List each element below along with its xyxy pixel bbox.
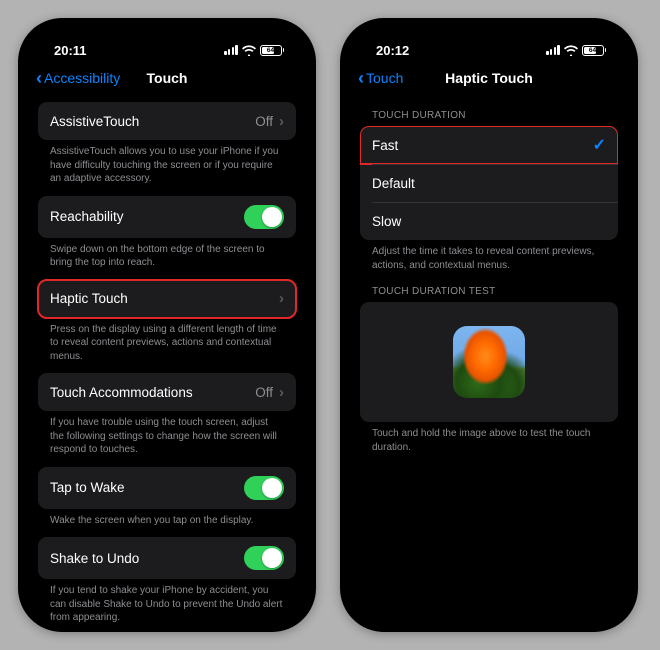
row-value: Off: [255, 114, 273, 129]
settings-list[interactable]: AssistiveTouch Off › AssistiveTouch allo…: [28, 96, 306, 622]
row-tap-to-wake[interactable]: Tap to Wake: [38, 467, 296, 509]
row-reachability[interactable]: Reachability: [38, 196, 296, 238]
option-label: Fast: [372, 138, 398, 153]
chevron-left-icon: ‹: [358, 69, 364, 87]
footer-haptic: Press on the display using a different l…: [38, 318, 296, 364]
screen: 20:11 64 ‹ Accessibility Touch: [28, 28, 306, 622]
clock: 20:11: [54, 43, 87, 58]
row-label: Touch Accommodations: [50, 385, 193, 400]
group-haptic: Haptic Touch ›: [38, 280, 296, 318]
checkmark-icon: ✓: [593, 135, 606, 155]
group-accommodations: Touch Accommodations Off ›: [38, 373, 296, 411]
row-assistivetouch[interactable]: AssistiveTouch Off ›: [38, 102, 296, 140]
toggle-reachability[interactable]: [244, 205, 284, 229]
option-slow[interactable]: Slow: [360, 202, 618, 240]
duration-test-area: [360, 302, 618, 422]
chevron-right-icon: ›: [279, 290, 284, 307]
wifi-icon: [564, 45, 578, 56]
chevron-right-icon: ›: [279, 113, 284, 130]
cellular-signal-icon: [224, 45, 237, 55]
footer-duration: Adjust the time it takes to reveal conte…: [360, 240, 618, 272]
test-image[interactable]: [453, 326, 525, 398]
option-fast[interactable]: Fast ✓: [360, 126, 618, 164]
option-label: Slow: [372, 214, 401, 229]
group-duration-options: Fast ✓ Default Slow: [360, 126, 618, 240]
footer-accommodations: If you have trouble using the touch scre…: [38, 411, 296, 457]
row-label: Tap to Wake: [50, 480, 125, 495]
phone-left: 20:11 64 ‹ Accessibility Touch: [18, 18, 316, 632]
notch: [117, 28, 217, 52]
row-value: Off: [255, 385, 273, 400]
footer-reachability: Swipe down on the bottom edge of the scr…: [38, 238, 296, 270]
footer-shake: If you tend to shake your iPhone by acci…: [38, 579, 296, 622]
row-label: Reachability: [50, 209, 124, 224]
group-shake: Shake to Undo: [38, 537, 296, 579]
group-tap-to-wake: Tap to Wake: [38, 467, 296, 509]
section-header-duration: TOUCH DURATION: [360, 96, 618, 126]
group-reachability: Reachability: [38, 196, 296, 238]
back-label: Touch: [366, 70, 403, 86]
group-assistive: AssistiveTouch Off ›: [38, 102, 296, 140]
footer-test: Touch and hold the image above to test t…: [360, 422, 618, 454]
toggle-shake-to-undo[interactable]: [244, 546, 284, 570]
settings-list[interactable]: TOUCH DURATION Fast ✓ Default Slow Adjus…: [350, 96, 628, 622]
notch: [439, 28, 539, 52]
status-indicators: 64: [224, 45, 284, 56]
phone-right: 20:12 64 ‹ Touch Haptic Touch TOUCH DURA…: [340, 18, 638, 632]
back-button[interactable]: ‹ Accessibility: [36, 69, 120, 87]
footer-tap-to-wake: Wake the screen when you tap on the disp…: [38, 509, 296, 528]
nav-bar: ‹ Accessibility Touch: [28, 62, 306, 96]
battery-icon: 64: [582, 45, 607, 56]
footer-assistive: AssistiveTouch allows you to use your iP…: [38, 140, 296, 186]
back-label: Accessibility: [44, 70, 120, 86]
toggle-tap-to-wake[interactable]: [244, 476, 284, 500]
nav-bar: ‹ Touch Haptic Touch: [350, 62, 628, 96]
screen: 20:12 64 ‹ Touch Haptic Touch TOUCH DURA…: [350, 28, 628, 622]
chevron-right-icon: ›: [279, 384, 284, 401]
page-title: Haptic Touch: [445, 70, 533, 86]
chevron-left-icon: ‹: [36, 69, 42, 87]
row-label: Shake to Undo: [50, 551, 139, 566]
option-default[interactable]: Default: [360, 164, 618, 202]
row-label: Haptic Touch: [50, 291, 128, 306]
page-title: Touch: [147, 70, 188, 86]
section-header-test: TOUCH DURATION TEST: [360, 272, 618, 302]
row-touch-accommodations[interactable]: Touch Accommodations Off ›: [38, 373, 296, 411]
row-shake-to-undo[interactable]: Shake to Undo: [38, 537, 296, 579]
row-haptic-touch[interactable]: Haptic Touch ›: [38, 280, 296, 318]
row-label: AssistiveTouch: [50, 114, 139, 129]
wifi-icon: [242, 45, 256, 56]
battery-icon: 64: [260, 45, 285, 56]
back-button[interactable]: ‹ Touch: [358, 69, 403, 87]
status-indicators: 64: [546, 45, 606, 56]
clock: 20:12: [376, 43, 409, 58]
cellular-signal-icon: [546, 45, 559, 55]
option-label: Default: [372, 176, 415, 191]
